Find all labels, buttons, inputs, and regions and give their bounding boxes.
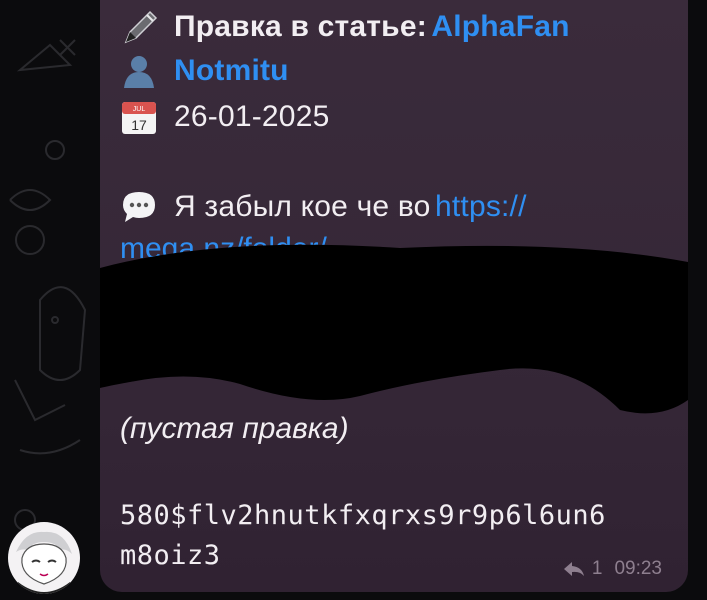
sender-avatar[interactable] <box>8 522 80 594</box>
redaction-scribble <box>100 244 688 414</box>
edit-type: (пустая правка) <box>120 412 349 445</box>
message-time: 09:23 <box>614 558 662 579</box>
replies-count[interactable]: 1 <box>592 558 603 580</box>
hash-line-1: 580$flv2hnutkfxqrxs9r9p6l6un6 <box>120 500 606 531</box>
message-bubble[interactable]: Правка в статье: AlphaFan Notmitu JUL 17… <box>100 0 688 592</box>
hash-line-2: m8oiz3 <box>120 540 221 571</box>
message-meta: 1 09:23 <box>562 558 662 580</box>
reply-icon[interactable] <box>562 560 586 578</box>
